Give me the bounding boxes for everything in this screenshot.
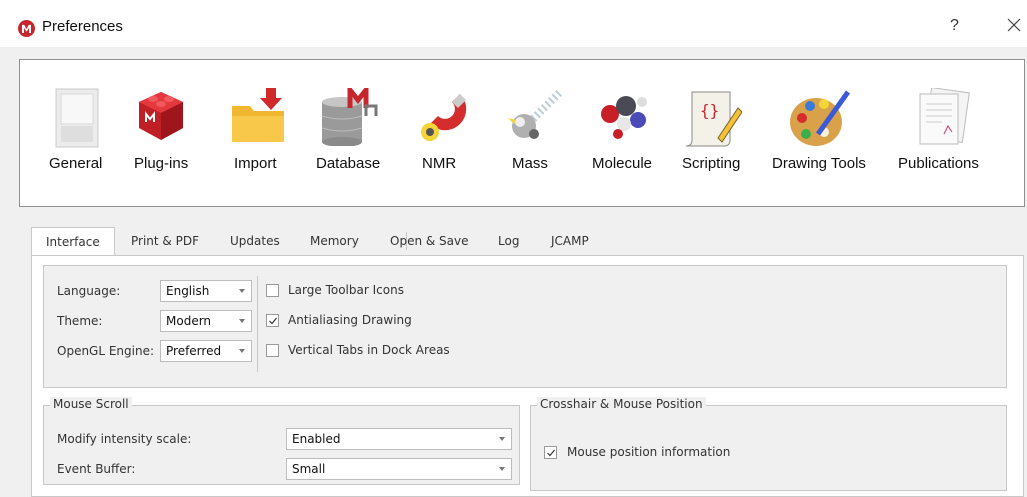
tab-log[interactable]: Log [498, 227, 519, 255]
intensity-value: Enabled [292, 432, 341, 446]
checkmark-icon [547, 449, 555, 457]
category-label: Scripting [682, 155, 741, 172]
publications-icon [919, 88, 970, 145]
category-mass[interactable]: Mass [506, 60, 566, 206]
help-button[interactable]: ? [950, 17, 959, 35]
event-buffer-select[interactable]: Small [286, 458, 512, 480]
palette-icon [790, 90, 851, 146]
mouse-scroll-title: Mouse Scroll [50, 397, 132, 411]
antialiasing-checkbox[interactable] [266, 314, 279, 327]
language-value: English [166, 284, 210, 298]
large-icons-checkbox[interactable] [266, 284, 279, 297]
intensity-label: Modify intensity scale: [57, 432, 192, 446]
language-label: Language: [57, 284, 121, 298]
switch-icon [55, 88, 99, 148]
mouse-info-checkbox[interactable] [544, 446, 557, 459]
category-label: NMR [422, 155, 457, 172]
chevron-down-icon [499, 467, 505, 471]
script-scroll-icon: {} [685, 91, 742, 147]
mass-spec-icon [508, 89, 562, 139]
app-logo-icon [18, 20, 35, 37]
interface-tab-pane: Language: English Theme: Modern OpenGL E… [31, 255, 1024, 497]
vertical-tabs-checkbox[interactable] [266, 344, 279, 357]
category-label: Import [234, 155, 277, 172]
vertical-tabs-label: Vertical Tabs in Dock Areas [288, 343, 450, 357]
mouse-info-label: Mouse position information [567, 445, 731, 459]
category-scripting[interactable]: {} Scripting [680, 60, 750, 206]
category-nmr[interactable]: NMR [416, 60, 476, 206]
category-label: Plug-ins [134, 155, 189, 172]
theme-value: Modern [166, 314, 212, 328]
intensity-select[interactable]: Enabled [286, 428, 512, 450]
import-folder-icon [232, 88, 284, 142]
event-buffer-label: Event Buffer: [57, 462, 136, 476]
column-divider [257, 276, 258, 372]
close-icon [1007, 18, 1021, 32]
category-drawing-tools[interactable]: Drawing Tools [772, 60, 882, 206]
chevron-down-icon [239, 289, 245, 293]
opengl-label: OpenGL Engine: [57, 344, 155, 358]
category-general[interactable]: General [45, 60, 115, 206]
close-button[interactable] [1004, 13, 1024, 37]
category-molecule[interactable]: Molecule [590, 60, 660, 206]
svg-text:{}: {} [700, 101, 719, 120]
plugin-brick-icon [139, 92, 183, 140]
crosshair-title: Crosshair & Mouse Position [537, 397, 706, 411]
mouse-scroll-group: Mouse Scroll Modify intensity scale: Ena… [43, 397, 520, 485]
chevron-down-icon [239, 319, 245, 323]
category-label: General [49, 155, 103, 172]
tab-print-pdf[interactable]: Print & PDF [131, 227, 199, 255]
database-icon [321, 88, 378, 146]
interface-settings-group: Language: English Theme: Modern OpenGL E… [43, 265, 1007, 388]
tab-jcamp[interactable]: JCAMP [551, 227, 589, 255]
language-select[interactable]: English [160, 280, 252, 302]
category-label: Mass [512, 155, 548, 172]
checkmark-icon [269, 317, 277, 325]
window-title: Preferences [42, 18, 123, 35]
nmr-magnet-icon [421, 94, 467, 141]
tab-memory[interactable]: Memory [310, 227, 359, 255]
category-label: Molecule [592, 155, 653, 172]
opengl-value: Preferred [166, 344, 222, 358]
molecule-icon [601, 96, 647, 139]
category-publications[interactable]: Publications [898, 60, 998, 206]
event-buffer-value: Small [292, 462, 326, 476]
theme-select[interactable]: Modern [160, 310, 252, 332]
category-plug-ins[interactable]: Plug-ins [130, 60, 200, 206]
large-icons-label: Large Toolbar Icons [288, 283, 404, 297]
tab-interface[interactable]: Interface [31, 227, 115, 256]
theme-label: Theme: [57, 314, 103, 328]
category-database[interactable]: Database [316, 60, 386, 206]
crosshair-group: Crosshair & Mouse Position Mouse positio… [530, 397, 1007, 491]
antialiasing-label: Antialiasing Drawing [288, 313, 412, 327]
category-import[interactable]: Import [226, 60, 296, 206]
category-label: Publications [898, 155, 979, 172]
category-label: Database [316, 155, 381, 172]
chevron-down-icon [239, 349, 245, 353]
tab-open-save[interactable]: Open & Save [390, 227, 469, 255]
category-label: Drawing Tools [772, 155, 866, 172]
category-panel: General Plug-ins Import Database NMR Mas… [19, 59, 1025, 207]
chevron-down-icon [499, 437, 505, 441]
opengl-select[interactable]: Preferred [160, 340, 252, 362]
tab-updates[interactable]: Updates [230, 227, 280, 255]
